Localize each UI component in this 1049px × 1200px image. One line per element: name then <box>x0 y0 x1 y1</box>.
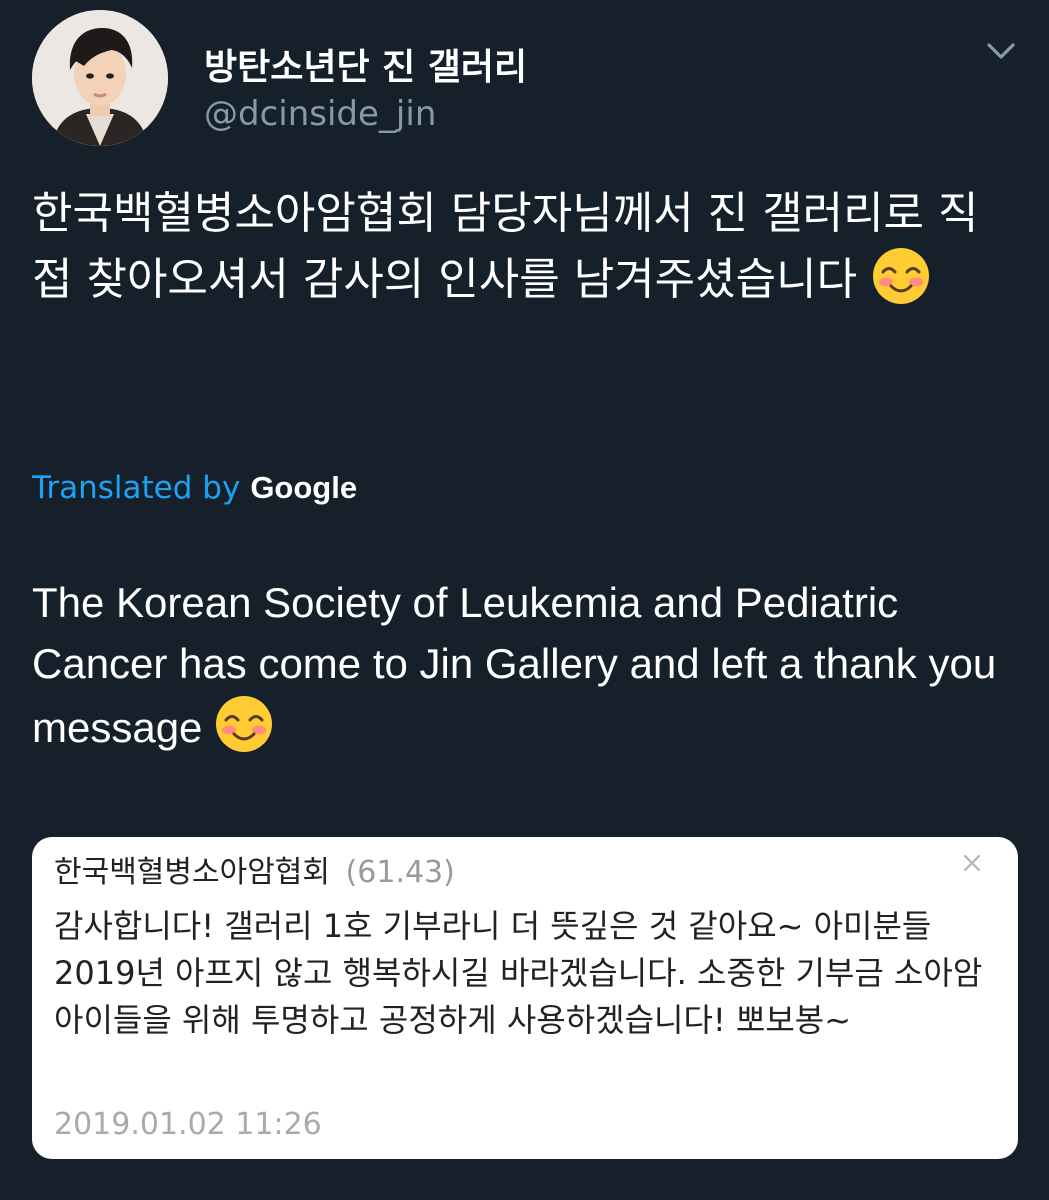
tweet-text-content: 한국백혈병소아암협회 담당자님께서 진 갤러리로 직접 찾아오셔서 감사의 인사… <box>32 188 979 305</box>
blushing-smile-emoji-icon <box>214 694 274 754</box>
translated-text-content: The Korean Society of Leukemia and Pedia… <box>32 579 997 751</box>
translated-text: The Korean Society of Leukemia and Pedia… <box>32 572 1017 758</box>
tweet-header: 방탄소년단 진 갤러리 @dcinside_jin <box>32 10 1022 146</box>
comment-timestamp: 2019.01.02 11:26 <box>54 1107 322 1142</box>
attached-comment-image[interactable]: 한국백혈병소아암협회 (61.43) 감사합니다! 갤러리 1호 기부라니 더 … <box>32 837 1018 1159</box>
translated-by-label[interactable]: Translated by <box>32 470 240 506</box>
comment-author: 한국백혈병소아암협회 <box>54 855 330 890</box>
comment-body: 감사합니다! 갤러리 1호 기부라니 더 뜻깊은 것 같아요~ 아미분들 201… <box>54 907 983 1039</box>
comment-ip: (61.43) <box>345 855 455 890</box>
blushing-smile-emoji-icon <box>871 246 931 306</box>
display-name[interactable]: 방탄소년단 진 갤러리 <box>204 38 527 90</box>
google-logo-text: Google <box>250 470 358 505</box>
close-icon <box>960 851 984 875</box>
user-handle[interactable]: @dcinside_jin <box>204 94 436 134</box>
translation-attribution[interactable]: Translated by Google <box>32 470 357 506</box>
comment-author-line: 한국백혈병소아암협회 (61.43) <box>54 847 455 891</box>
chevron-down-icon[interactable] <box>984 36 1018 66</box>
avatar[interactable] <box>32 10 168 146</box>
tweet-text: 한국백혈병소아암협회 담당자님께서 진 갤러리로 직접 찾아오셔서 감사의 인사… <box>32 182 1017 312</box>
